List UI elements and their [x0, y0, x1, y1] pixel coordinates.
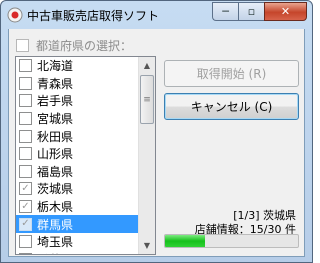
prefecture-checkbox[interactable] — [19, 76, 32, 90]
maximize-button[interactable]: ▫ — [238, 2, 264, 21]
prefecture-checkbox[interactable] — [19, 112, 32, 126]
prefecture-checkbox[interactable]: ✓ — [19, 217, 32, 231]
scrollbar-thumb[interactable]: ≡ — [140, 75, 154, 124]
prefecture-item[interactable]: 福島県 — [16, 163, 139, 181]
prefecture-label: 茨城県 — [37, 182, 74, 197]
app-icon — [7, 7, 23, 23]
prefecture-label: 千葉県 — [37, 251, 73, 254]
prefecture-checkbox[interactable]: ✓ — [19, 200, 32, 214]
prefecture-checkbox[interactable] — [19, 252, 32, 254]
prefecture-item[interactable]: 山形県 — [16, 145, 139, 163]
maximize-icon: ▫ — [247, 5, 256, 18]
prefecture-checkbox[interactable] — [19, 235, 32, 249]
prefecture-list: 北海道青森県岩手県宮城県秋田県山形県福島県 ✓ 茨城県 ✓ 栃木県 ✓ 群馬県埼玉県千葉県 — [16, 57, 139, 254]
scroll-down-arrow-icon[interactable]: ▼ — [139, 237, 155, 254]
progress-bar — [164, 234, 299, 248]
select-all-label: 都道府県の選択： — [36, 39, 133, 53]
prefecture-label: 岩手県 — [37, 94, 74, 109]
prefecture-listbox[interactable]: 北海道青森県岩手県宮城県秋田県山形県福島県✓茨城県✓栃木県✓群馬県埼玉県千葉県 … — [15, 56, 156, 255]
prefecture-item[interactable]: ✓ 群馬県 — [16, 215, 139, 233]
prefecture-label: 埼玉県 — [37, 235, 74, 250]
prefecture-item[interactable]: ✓ 栃木県 — [16, 198, 139, 216]
progress-bar-fill — [165, 235, 205, 247]
window-title: 中古車販売店取得ソフト — [27, 9, 160, 23]
caption-buttons: ─ ▫ ✕ — [212, 2, 307, 21]
prefecture-checkbox[interactable] — [19, 164, 32, 178]
prefecture-label: 福島県 — [37, 164, 74, 179]
prefecture-label: 秋田県 — [37, 129, 74, 144]
prefecture-item[interactable]: ✓ 茨城県 — [16, 180, 139, 198]
start-button[interactable]: 取得開始 (R) — [164, 60, 299, 87]
prefecture-checkbox[interactable] — [19, 147, 32, 161]
prefecture-label: 北海道 — [37, 59, 74, 74]
prefecture-item[interactable]: 秋田県 — [16, 127, 139, 145]
prefecture-item[interactable]: 埼玉県 — [16, 233, 139, 251]
title-bar[interactable]: 中古車販売店取得ソフト ─ ▫ ✕ — [1, 1, 312, 28]
prefecture-label: 栃木県 — [37, 200, 74, 215]
close-button[interactable]: ✕ — [264, 2, 307, 21]
prefecture-item[interactable]: 岩手県 — [16, 92, 139, 110]
checkmark-icon: ✓ — [21, 218, 30, 230]
select-all-checkbox[interactable]: 都道府県の選択： — [16, 37, 132, 54]
prefecture-checkbox[interactable] — [19, 59, 32, 73]
client-area: 都道府県の選択： 北海道青森県岩手県宮城県秋田県山形県福島県 ✓ 茨城県 ✓ 栃木県 ✓ 群… — [8, 29, 305, 257]
minimize-button[interactable]: ─ — [212, 2, 238, 21]
prefecture-item[interactable]: 宮城県 — [16, 110, 139, 128]
prefecture-item[interactable]: 青森県 — [16, 75, 139, 93]
minimize-icon: ─ — [222, 5, 229, 18]
vertical-scrollbar[interactable]: ▲ ≡ ▼ — [138, 57, 155, 254]
checkmark-icon: ✓ — [21, 200, 30, 212]
prefecture-checkbox[interactable] — [19, 94, 32, 108]
prefecture-checkbox[interactable]: ✓ — [19, 182, 32, 196]
cancel-button[interactable]: キャンセル (C) — [164, 93, 299, 120]
app-window: 中古車販売店取得ソフト ─ ▫ ✕ 都道府県の選択： 北海道青森県岩手県宮城県秋… — [0, 0, 313, 263]
prefecture-label: 山形県 — [37, 147, 74, 162]
prefecture-item[interactable]: 北海道 — [16, 57, 139, 75]
scroll-up-arrow-icon[interactable]: ▲ — [139, 57, 155, 74]
prefecture-label: 宮城県 — [37, 112, 74, 127]
prefecture-label: 青森県 — [37, 76, 74, 91]
prefecture-label: 群馬県 — [37, 217, 74, 232]
select-all-checkbox-box[interactable] — [16, 39, 29, 52]
close-icon: ✕ — [280, 5, 291, 18]
prefecture-item[interactable]: 千葉県 — [16, 251, 139, 254]
prefecture-checkbox[interactable] — [19, 129, 32, 143]
checkmark-icon: ✓ — [21, 182, 30, 194]
